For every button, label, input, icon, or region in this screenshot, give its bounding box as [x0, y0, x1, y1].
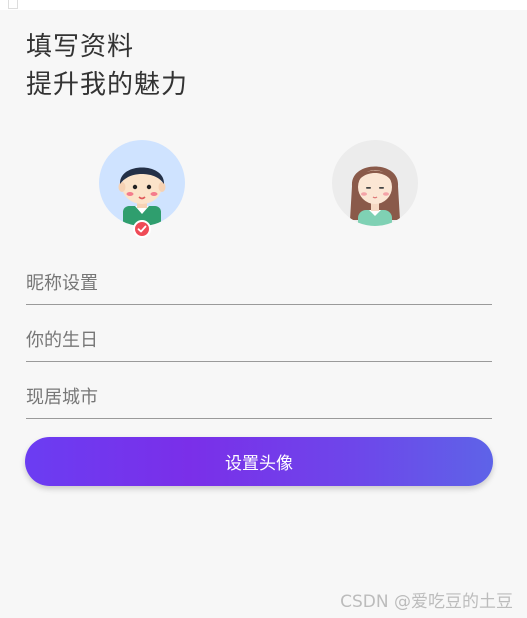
- nickname-field[interactable]: [26, 262, 492, 305]
- set-avatar-button-label: 设置头像: [225, 454, 293, 474]
- female-avatar-icon: [350, 166, 400, 226]
- page-title: 填写资料 提升我的魅力: [26, 28, 188, 104]
- birthday-field[interactable]: [26, 319, 492, 362]
- city-input[interactable]: [26, 376, 492, 418]
- check-icon: [137, 225, 147, 233]
- watermark: CSDN @爱吃豆的土豆: [340, 592, 513, 612]
- title-line-2: 提升我的魅力: [26, 70, 189, 100]
- profile-setup-screen: 填写资料 提升我的魅力 昵称设置 你的生日 现居城市 设置头像 CSDN @爱吃…: [0, 0, 527, 618]
- status-bar: [0, 0, 527, 10]
- female-avatar-option[interactable]: [332, 140, 418, 226]
- male-avatar-icon: [118, 167, 166, 226]
- city-field[interactable]: [26, 376, 492, 419]
- title-line-1: 填写资料: [26, 32, 135, 62]
- selected-check-badge: [133, 220, 151, 238]
- birthday-input[interactable]: [26, 319, 492, 361]
- set-avatar-button[interactable]: 设置头像: [25, 437, 493, 486]
- nickname-input[interactable]: [26, 262, 492, 304]
- male-avatar-option[interactable]: [99, 140, 185, 226]
- notification-icon: [8, 0, 18, 9]
